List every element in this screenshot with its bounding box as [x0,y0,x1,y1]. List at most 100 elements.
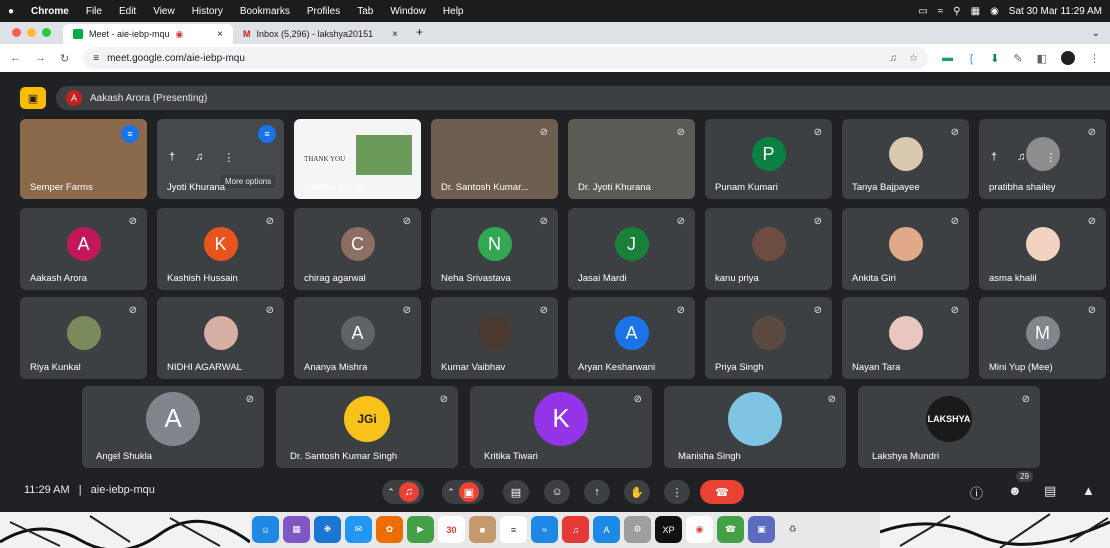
launchpad-icon[interactable]: ▦ [283,516,310,543]
wifi-icon[interactable]: ≈ [938,6,944,17]
menu-history[interactable]: History [192,6,223,17]
calendar-icon[interactable]: 30 [438,516,465,543]
participant-tile[interactable]: A ⊘ Aryan Kesharwani [568,297,695,379]
pin-icon[interactable]: † [991,151,997,164]
contacts-icon[interactable]: ■ [469,516,496,543]
participant-tile[interactable]: A ⊘ Ananya Mishra [294,297,421,379]
safari-icon[interactable]: ❋ [314,516,341,543]
reminders-icon[interactable]: ≡ [500,516,527,543]
participant-tile[interactable]: ≡ † ♫ ⋮ More options Jyoti Khurana [157,119,284,199]
site-info-icon[interactable]: ≡ [93,53,99,64]
participant-tile[interactable]: ⊘ Dr. Santosh Kumar... [431,119,558,199]
participant-tile[interactable]: ⊘ asma khalil [979,208,1106,290]
participant-tile[interactable]: LAKSHYA ⊘ Lakshya Mundri [858,386,1040,468]
participant-tile[interactable]: ⊘ Riya Kunkal [20,297,147,379]
whatsapp-icon[interactable]: ☎ [717,516,744,543]
participant-tile[interactable]: ⊘ Kumar Vaibhav [431,297,558,379]
menu-view[interactable]: View [153,6,175,17]
mute-participant-icon[interactable]: ♫ [195,151,203,164]
emoji-button[interactable]: ☺ [544,480,570,504]
control-center-icon[interactable]: ▦ [971,6,980,17]
participant-tile[interactable]: ⊘ Ankita Giri [842,208,969,290]
participant-tile[interactable]: ⊘ Nayan Tara [842,297,969,379]
tab-search-chevron-icon[interactable]: ⌄ [1092,28,1110,44]
participant-tile[interactable]: ⊘ NIDHI AGARWAL [157,297,284,379]
tab-meet[interactable]: Meet - aie-iebp-mqu ◉ × [63,24,233,44]
participant-tile[interactable]: A ⊘ Angel Shukla [82,386,264,468]
mute-participant-icon[interactable]: ♫ [1017,151,1025,164]
music-icon[interactable]: ♫ [562,516,589,543]
participant-tile[interactable]: P ⊘ Punam Kumari [705,119,832,199]
mic-toggle-button[interactable]: ⌃ ♫ [382,480,424,504]
leave-call-button[interactable]: ☎ [700,480,744,504]
system-settings-icon[interactable]: ⚙ [624,516,651,543]
meeting-info-icon[interactable]: ⓘ [970,483,983,502]
facetime-icon[interactable]: ▶ [407,516,434,543]
participant-tile[interactable]: M ⊘ Mini Yup (Mee) [979,297,1106,379]
participant-tile[interactable]: ≡ Semper Farms [20,119,147,199]
participant-tile[interactable]: ⊘ † ♫ ⋮ pratibha shailey [979,119,1106,199]
participant-tile[interactable]: J ⊘ Jasai Mardi [568,208,695,290]
tab-close-icon[interactable]: × [392,29,398,40]
extensions-puzzle-icon[interactable]: ✎ [1013,52,1022,65]
participant-tile[interactable]: N ⊘ Neha Srivastava [431,208,558,290]
screen-share-icon[interactable]: ▣ [748,516,775,543]
participant-tile[interactable]: ⊘ kanu priya [705,208,832,290]
extension-chat-icon[interactable]: ▬ [942,52,953,64]
profile-avatar[interactable] [1061,51,1075,65]
participant-tile[interactable]: ⊘ Priya Singh [705,297,832,379]
menu-window[interactable]: Window [390,6,426,17]
app-store-icon[interactable]: A [593,516,620,543]
people-icon[interactable]: ☻ [1008,483,1022,498]
more-options-button[interactable]: ⋮ [664,480,690,504]
siri-icon[interactable]: ◉ [990,6,999,17]
participant-tile[interactable]: A ⊘ Aakash Arora [20,208,147,290]
menu-tab[interactable]: Tab [357,6,373,17]
address-bar[interactable]: ≡ meet.google.com/aie-iebp-mqu ♫ ☆ [83,47,928,69]
activities-icon[interactable]: ▲ [1082,483,1095,498]
presenting-chip[interactable]: A Aakash Arora (Presenting) [56,86,1110,110]
menu-edit[interactable]: Edit [119,6,136,17]
minimize-window-button[interactable] [27,28,36,37]
extension-audio-icon[interactable]: ❲ [967,52,976,65]
reload-icon[interactable]: ↻ [60,52,69,65]
photos-icon[interactable]: ✿ [376,516,403,543]
xp-pen-icon[interactable]: XP [655,516,682,543]
back-icon[interactable]: ← [10,52,21,64]
present-button[interactable]: ↑ [584,480,610,504]
close-window-button[interactable] [12,28,21,37]
menu-profiles[interactable]: Profiles [307,6,340,17]
sidepanel-icon[interactable]: ◧ [1037,52,1047,65]
captions-button[interactable]: ▤ [503,480,529,504]
participant-tile[interactable]: ⊘ Dr. Jyoti Khurana [568,119,695,199]
forward-icon[interactable]: → [35,52,46,64]
participant-tile[interactable]: C ⊘ chirag agarwal [294,208,421,290]
participant-tile[interactable]: ⊘ Manisha Singh [664,386,846,468]
menu-help[interactable]: Help [443,6,464,17]
present-screen-icon[interactable]: ▣ [20,87,46,109]
menu-file[interactable]: File [86,6,102,17]
new-tab-button[interactable]: + [408,25,431,44]
participant-tile[interactable]: ⊘ Tanya Bajpayee [842,119,969,199]
menubar-datetime[interactable]: Sat 30 Mar 11:29 AM [1009,6,1102,17]
menu-bookmarks[interactable]: Bookmarks [240,6,290,17]
more-options-icon[interactable]: ⋮ [223,151,234,164]
more-options-icon[interactable]: ⋮ [1045,151,1056,164]
pin-icon[interactable]: † [169,151,175,164]
menu-chrome[interactable]: Chrome [31,6,69,17]
microphone-icon[interactable]: ♫ [889,53,897,64]
raise-hand-button[interactable]: ✋ [624,480,650,504]
zoom-window-button[interactable] [42,28,51,37]
chrome-menu-icon[interactable]: ⋮ [1089,52,1100,65]
apple-icon[interactable]: ● [8,6,14,17]
participant-tile[interactable]: THANK YOU ⊘ Aakash Arora... [294,119,421,199]
finder-icon[interactable]: ☺ [252,516,279,543]
participant-tile[interactable]: K ⊘ Kritika Tiwari [470,386,652,468]
participant-tile[interactable]: JGi ⊘ Dr. Santosh Kumar Singh [276,386,458,468]
participant-tile[interactable]: K ⊘ Kashish Hussain [157,208,284,290]
search-icon[interactable]: ⚲ [953,6,960,17]
battery-icon[interactable]: ▭ [918,6,927,17]
freeform-icon[interactable]: ≈ [531,516,558,543]
camera-toggle-button[interactable]: ⌃ ▣ [442,480,484,504]
tab-close-icon[interactable]: × [217,29,223,40]
